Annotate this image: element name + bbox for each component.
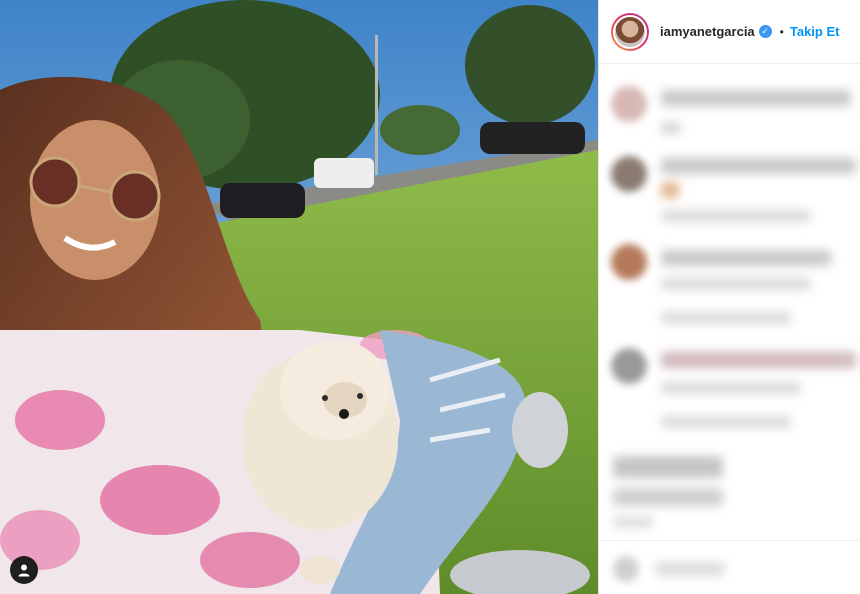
post-photo[interactable] [0,0,598,594]
comment-avatar [611,156,647,192]
follow-button[interactable]: Takip Et [790,24,840,39]
separator: • [779,24,784,39]
verified-badge-icon: ✓ [758,25,772,38]
comment-input [655,562,725,576]
emoji-icon [613,556,639,582]
comment-meta [661,382,801,394]
avatar-image [615,16,645,47]
comment-text [661,182,679,198]
user-icon [18,564,30,577]
likes-count [613,488,723,506]
comment-divider [599,540,860,541]
comment-text [661,250,831,266]
comment-avatar [611,348,647,384]
post-timestamp [613,516,653,528]
post-header: iamyanetgarcia ✓ • Takip Et [599,0,860,64]
post-image [0,0,598,594]
comment-meta [661,210,811,222]
comment-meta [661,312,791,324]
comments-list [599,64,860,593]
avatar-border [613,14,647,49]
user-tag-button[interactable] [10,556,38,584]
post-side-panel: iamyanetgarcia ✓ • Takip Et [599,0,860,594]
comment-text [661,122,681,134]
comment-avatar [611,244,647,280]
comment-meta [661,416,791,428]
comment-text [661,352,856,368]
comment-text [661,158,856,174]
username-link[interactable]: iamyanetgarcia [660,24,755,39]
comment-avatar [611,86,647,122]
comment-text [661,90,851,106]
comment-meta [661,278,811,290]
avatar[interactable] [611,12,649,51]
action-icons [613,456,723,478]
